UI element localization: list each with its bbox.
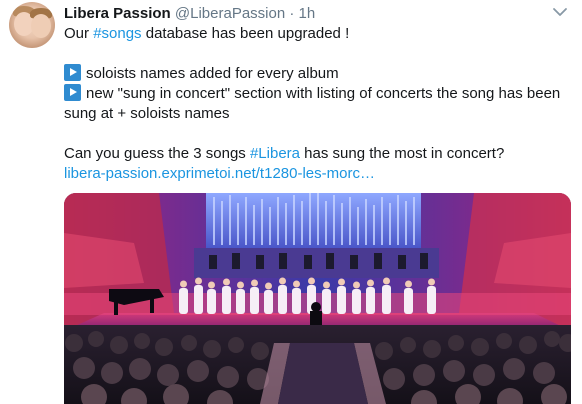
header-separator: · xyxy=(289,5,295,22)
tweet-line-3: Can you guess the 3 songs #Libera has su… xyxy=(64,144,564,164)
tweet-line-1: Our #songs database has been upgraded ! xyxy=(64,24,564,44)
tweet[interactable]: Libera Passion @LiberaPassion · 1h Our #… xyxy=(0,0,582,404)
tweet-header: Libera Passion @LiberaPassion · 1h xyxy=(64,4,552,24)
author-name[interactable]: Libera Passion xyxy=(64,5,171,22)
bullet-text: new "sung in concert" section with listi… xyxy=(86,85,561,102)
text-fragment: database has been upgraded ! xyxy=(141,25,350,42)
tweet-time[interactable]: 1h xyxy=(299,5,316,22)
hashtag-songs[interactable]: #songs xyxy=(93,25,141,42)
avatar[interactable] xyxy=(9,2,55,48)
tweet-bullet-2: new "sung in concert" section with listi… xyxy=(64,84,564,104)
text-fragment: Can you guess the 3 songs xyxy=(64,145,250,162)
hashtag-libera[interactable]: #Libera xyxy=(250,145,300,162)
avatar-face-right xyxy=(31,14,51,38)
tweet-bullet-2-continued: sung at + soloists names xyxy=(64,104,564,124)
play-button-icon xyxy=(64,64,81,81)
play-button-icon xyxy=(64,84,81,101)
author-handle[interactable]: @LiberaPassion xyxy=(175,5,285,22)
chevron-down-icon[interactable] xyxy=(552,6,568,18)
bullet-text: sung at + soloists names xyxy=(64,105,230,122)
text-fragment: has sung the most in concert? xyxy=(300,145,505,162)
concert-hall-photo xyxy=(64,193,571,404)
text-fragment: Our xyxy=(64,25,94,42)
tweet-link-line: libera-passion.exprimetoi.net/t1280-les-… xyxy=(64,164,564,184)
bullet-text: soloists names added for every album xyxy=(86,65,339,82)
tweet-bullet-1: soloists names added for every album xyxy=(64,64,564,84)
tweet-text: Our #songs database has been upgraded ! … xyxy=(64,24,564,184)
tweet-link[interactable]: libera-passion.exprimetoi.net/t1280-les-… xyxy=(64,165,375,182)
tweet-photo[interactable] xyxy=(64,193,571,404)
